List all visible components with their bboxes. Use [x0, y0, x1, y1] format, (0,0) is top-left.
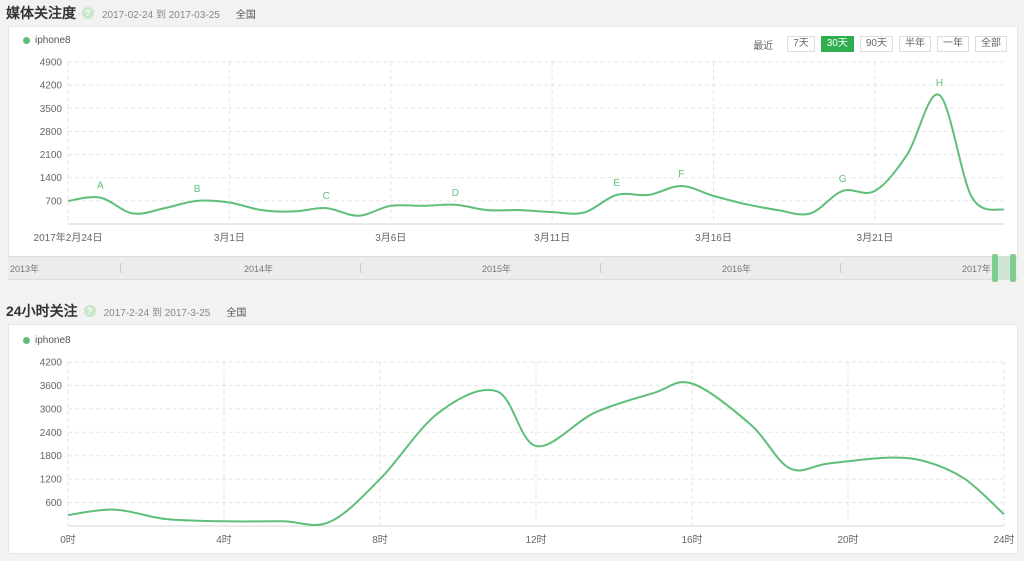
hourly-attention-chart: 600 1200 1800 2400 3000 3600 4200 0时 4时 8时 12时 16时 2… [40, 358, 1015, 547]
y-tick-label: 3000 [40, 404, 63, 415]
x-tick-label: 20时 [837, 534, 858, 546]
y-tick-label: 1200 [40, 475, 63, 486]
y-tick-label: 2400 [40, 428, 63, 439]
x-tick-label: 12时 [525, 534, 546, 546]
x-tick-label: 24时 [993, 534, 1014, 546]
y-tick-label: 3600 [40, 381, 63, 392]
y-tick-label: 1800 [40, 451, 63, 462]
y-tick-label: 600 [45, 498, 62, 509]
y-tick-label: 4200 [40, 358, 63, 369]
x-tick-label: 8时 [372, 534, 388, 546]
x-tick-label: 16时 [681, 534, 702, 546]
x-tick-label: 4时 [216, 534, 232, 546]
x-tick-label: 0时 [60, 534, 76, 546]
